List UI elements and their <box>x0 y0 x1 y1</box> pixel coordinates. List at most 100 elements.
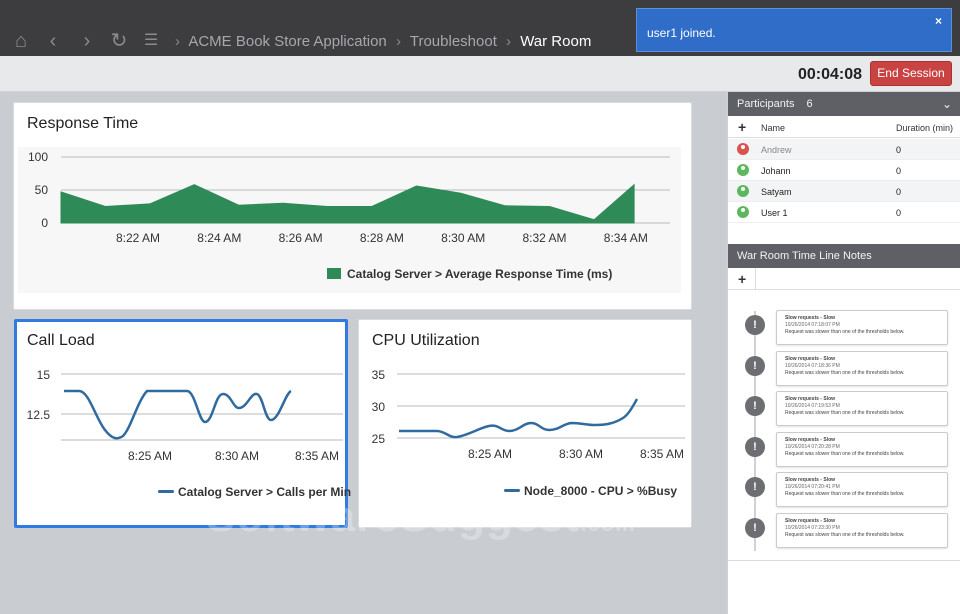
user-status-icon <box>737 164 749 176</box>
warning-icon: ! <box>745 355 765 376</box>
breadcrumb-item-troubleshoot[interactable]: Troubleshoot <box>410 33 497 50</box>
timeline-line <box>754 311 756 551</box>
note-title: Slow requests - Slow <box>785 517 836 524</box>
x-tick-label: 8:22 AM <box>116 231 160 245</box>
watermark-suffix: .com <box>580 511 636 536</box>
menu-icon[interactable]: ☰ <box>140 30 162 52</box>
x-tick-label: 8:34 AM <box>604 231 648 245</box>
warning-icon: ! <box>745 517 765 538</box>
x-tick-label: 8:35 AM <box>295 449 339 463</box>
session-timer: 00:04:08 <box>798 66 863 83</box>
participant-row[interactable]: User 1 0 <box>728 202 960 223</box>
timeline-toolbar: + <box>728 268 960 290</box>
participants-header[interactable]: Participants 6 ⌄ <box>728 92 960 116</box>
user-status-icon <box>737 143 749 155</box>
participants-table-header: + Name Duration (min) <box>728 116 960 138</box>
warning-icon: ! <box>745 436 765 457</box>
timeline-header: War Room Time Line Notes <box>728 244 960 268</box>
note-title: Slow requests - Slow <box>785 355 836 362</box>
participant-row[interactable]: Johann 0 <box>728 160 960 181</box>
top-nav-bar: ⌂ ‹ › ↻ ☰ › ACME Book Store Application … <box>0 0 960 56</box>
column-header-duration: Duration (min) <box>896 123 954 133</box>
note-title: Slow requests - Slow <box>785 477 836 483</box>
x-tick-label: 8:30 AM <box>441 231 485 245</box>
note-text: Request was slower than one of the thres… <box>785 491 905 497</box>
divider <box>728 560 960 561</box>
refresh-icon[interactable]: ↻ <box>108 30 130 52</box>
notification-toast: user1 joined. × <box>636 8 952 52</box>
legend-label: Catalog Server > Average Response Time (… <box>347 267 613 281</box>
note-title: Slow requests - Slow <box>785 436 836 443</box>
participants-count: 6 <box>806 98 813 110</box>
note-date: 10/26/2014 07:20:41 PM <box>785 484 840 490</box>
note-title: Slow requests - Slow <box>785 396 836 402</box>
watermark: SoftwareSuggest.com <box>206 492 636 542</box>
note-text: Request was slower than one of the thres… <box>785 531 905 538</box>
participant-duration: 0 <box>896 208 902 218</box>
end-session-button[interactable]: End Session <box>870 61 952 86</box>
y-tick-label: 100 <box>28 150 48 164</box>
watermark-text: SoftwareSuggest <box>206 492 581 541</box>
timeline-note[interactable]: Slow requests - Slow 10/26/2014 07:18:36 … <box>776 350 948 386</box>
close-icon[interactable]: × <box>935 14 942 28</box>
back-arrow-icon[interactable]: ‹ <box>42 30 64 52</box>
legend-swatch <box>158 490 174 493</box>
note-text: Request was slower than one of the thres… <box>785 329 905 335</box>
y-tick-label: 30 <box>372 400 386 414</box>
add-participant-button[interactable]: + <box>738 119 746 135</box>
cpu-line-series <box>399 398 639 439</box>
divider <box>755 268 756 290</box>
y-tick-label: 15 <box>37 368 51 382</box>
x-tick-label: 8:32 AM <box>522 231 566 245</box>
breadcrumb-item-application[interactable]: ACME Book Store Application <box>188 33 386 50</box>
y-tick-label: 35 <box>372 368 386 382</box>
timeline-note[interactable]: Slow requests - Slow 10/26/2014 07:20:41 … <box>776 472 948 507</box>
timeline-note[interactable]: Slow requests - Slow 10/26/2014 07:19:53 … <box>776 391 948 426</box>
chevron-right-icon: › <box>395 33 401 50</box>
note-date: 10/26/2014 07:20:28 PM <box>785 443 840 450</box>
x-tick-label: 8:28 AM <box>360 231 404 245</box>
response-time-card: Response Time 100 50 0 8:22 AM 8:24 AM 8:2… <box>13 102 692 310</box>
participant-name: Johann <box>761 166 791 176</box>
participants-title: Participants <box>737 98 795 110</box>
warning-icon: ! <box>745 396 765 416</box>
user-status-icon <box>737 206 749 218</box>
forward-arrow-icon[interactable]: › <box>76 30 98 52</box>
chevron-right-icon: › <box>506 33 512 50</box>
breadcrumb-item-war-room: War Room <box>520 33 592 50</box>
x-tick-label: 8:35 AM <box>640 447 684 461</box>
x-tick-label: 8:30 AM <box>559 447 603 461</box>
participant-duration: 0 <box>896 145 902 155</box>
note-date: 10/26/2014 07:18:07 PM <box>785 322 840 328</box>
participant-duration: 0 <box>896 166 902 176</box>
warning-icon: ! <box>745 477 765 497</box>
warning-icon: ! <box>745 315 765 335</box>
participant-name: User 1 <box>761 208 788 218</box>
chevron-down-icon[interactable]: ⌄ <box>942 92 952 116</box>
add-note-button[interactable]: + <box>738 271 746 287</box>
participant-name: Satyam <box>761 187 792 197</box>
y-tick-label: 50 <box>35 183 49 197</box>
legend-swatch <box>327 268 341 279</box>
right-panel: Participants 6 ⌄ + Name Duration (min) An… <box>727 92 960 614</box>
note-title: Slow requests - Slow <box>785 315 836 321</box>
note-text: Request was slower than one of the thres… <box>785 369 905 376</box>
participant-name: Andrew <box>761 145 792 155</box>
timeline-note[interactable]: Slow requests - Slow 10/26/2014 07:23:30 … <box>776 512 948 548</box>
timeline-note[interactable]: Slow requests - Slow 10/26/2014 07:18:07 … <box>776 310 948 345</box>
session-bar: 00:04:08 End Session <box>0 56 960 92</box>
response-time-legend[interactable]: Catalog Server > Average Response Time (… <box>327 267 612 281</box>
y-tick-label: 12.5 <box>27 408 51 422</box>
y-tick-label: 0 <box>41 216 48 230</box>
user-status-icon <box>737 185 749 197</box>
chevron-right-icon: › <box>175 33 180 50</box>
participant-row[interactable]: Andrew 0 <box>728 139 960 160</box>
timeline-note[interactable]: Slow requests - Slow 10/26/2014 07:20:28 … <box>776 431 948 467</box>
timeline-title: War Room Time Line Notes <box>737 250 872 262</box>
note-date: 10/26/2014 07:19:53 PM <box>785 403 840 409</box>
participant-duration: 0 <box>896 187 902 197</box>
x-tick-label: 8:26 AM <box>279 231 323 245</box>
home-icon[interactable]: ⌂ <box>10 30 32 52</box>
x-tick-label: 8:25 AM <box>128 449 172 463</box>
participant-row[interactable]: Satyam 0 <box>728 181 960 202</box>
